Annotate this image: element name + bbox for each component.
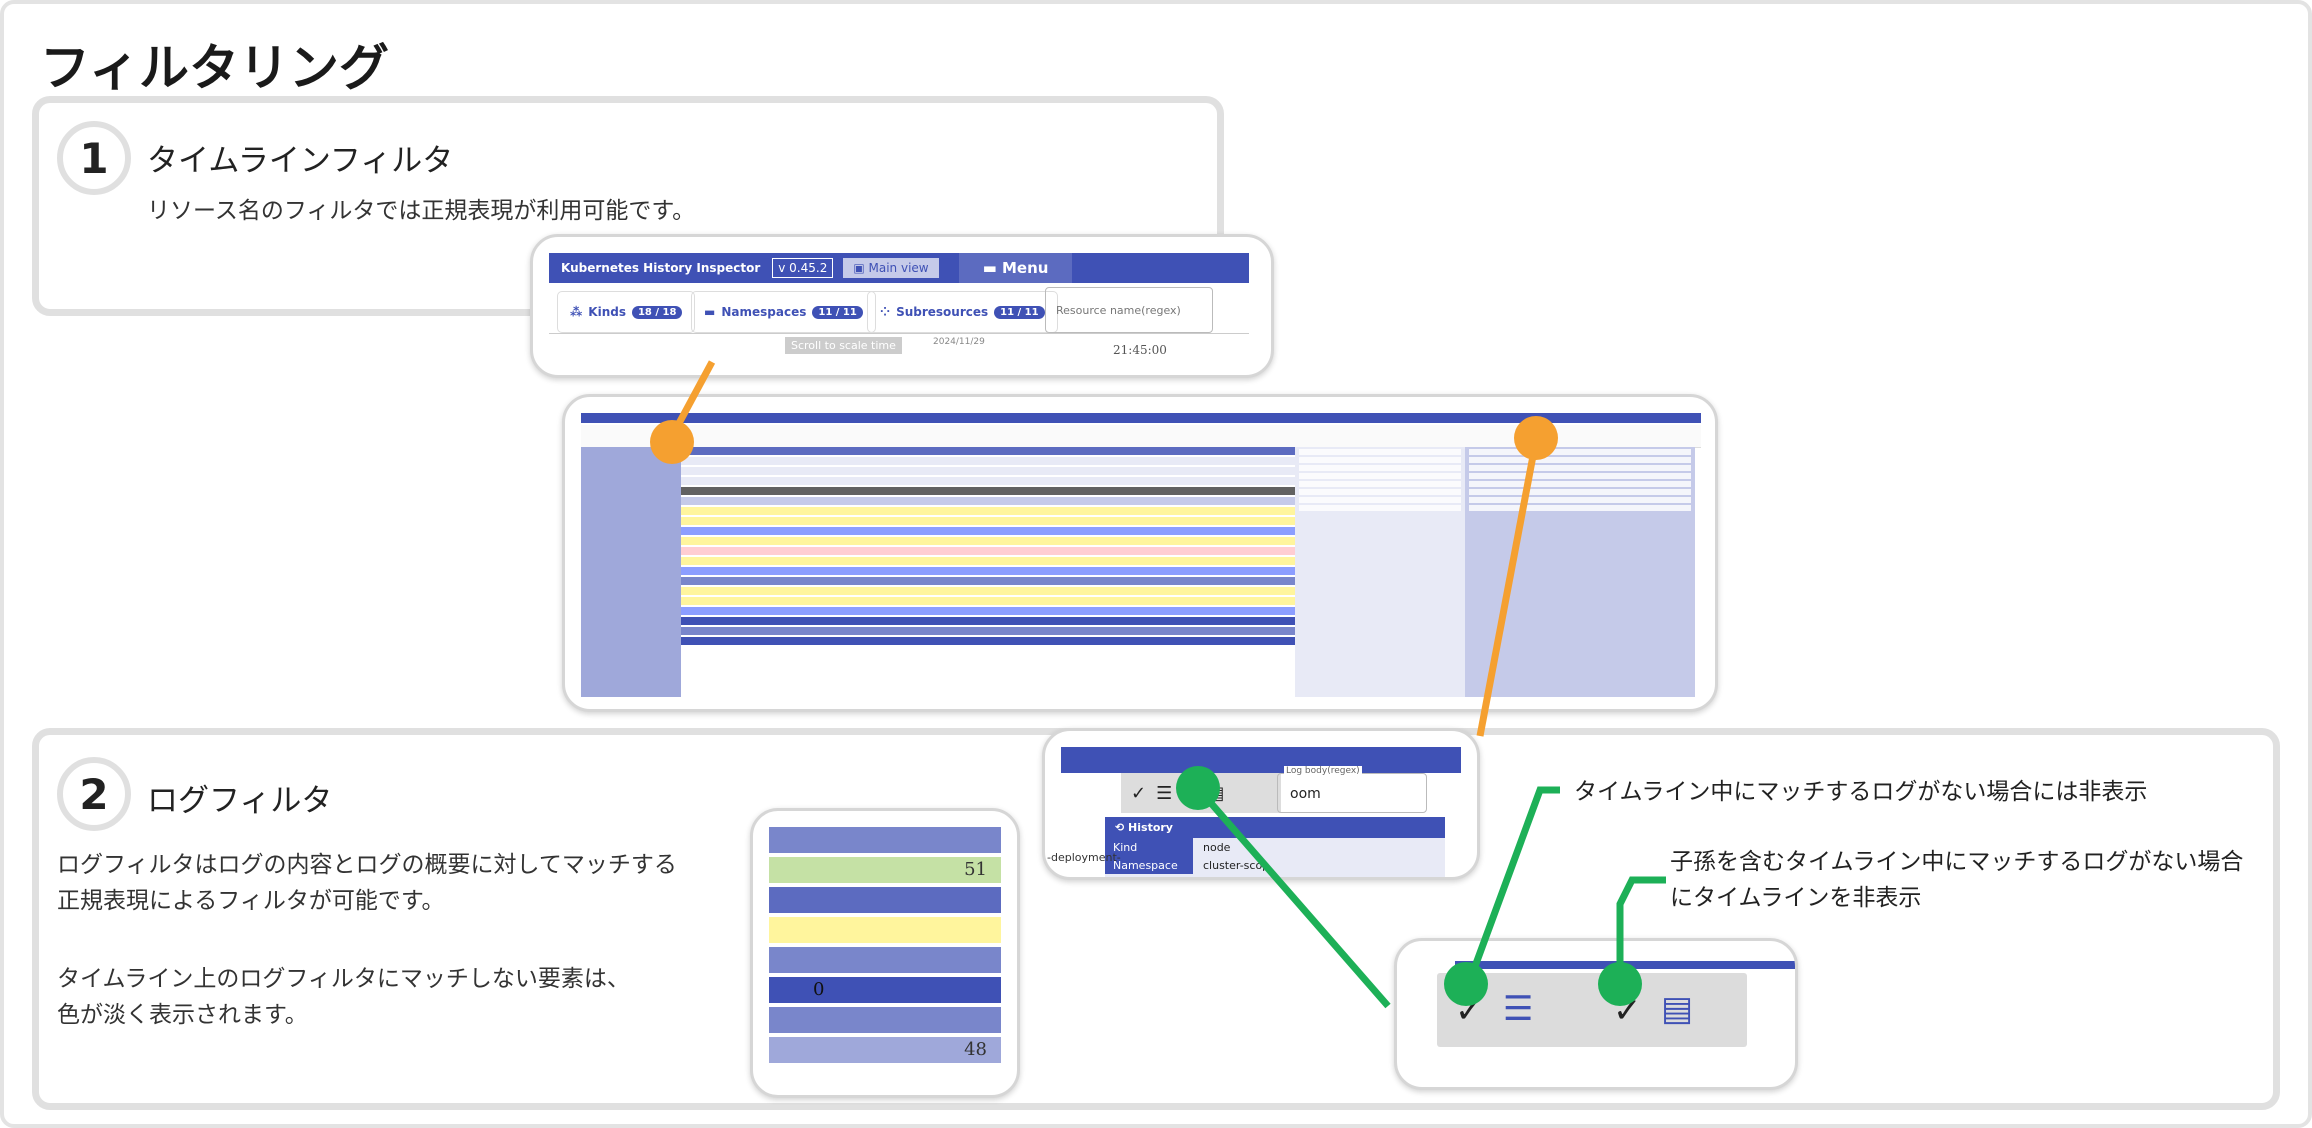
log-filter-zoom: ✓ ☰ ✓ ▤ Log body(regex) oom ⟲ History Ki… (1042, 728, 1480, 880)
log-body-regex-value: oom (1290, 786, 1321, 802)
document-search-icon[interactable]: ▤ (1661, 989, 1693, 1029)
timeline-lanes (681, 447, 1295, 697)
history-panel: ⟲ History Kind node Namespace cluster-sc… (1105, 817, 1445, 877)
check-icon: ✓ (1131, 782, 1147, 804)
folder-icon: ▬ (704, 305, 716, 319)
kinds-filter[interactable]: ⁂ Kinds 18 / 18 (557, 291, 696, 333)
header-zoom: Kubernetes History Inspector v 0.45.2 ▣ … (530, 234, 1274, 378)
log-body-regex-label: Log body(regex) (1284, 766, 1362, 776)
subresources-label: Subresources (896, 305, 989, 319)
kinds-label: Kinds (588, 305, 626, 319)
kinds-icon: ⁂ (570, 305, 583, 319)
app-name: Kubernetes History Inspector (561, 261, 761, 275)
section-number-1: 1 (57, 121, 131, 195)
log-body-regex-input[interactable]: Log body(regex) oom (1277, 766, 1427, 813)
scroll-hint: Scroll to scale time (785, 337, 902, 354)
page-title: フィルタリング (40, 39, 389, 97)
kind-value: node (1203, 840, 1231, 854)
subresources-count: 11 / 11 (994, 305, 1045, 319)
namespaces-count: 11 / 11 (812, 305, 863, 319)
section-2-description-1: ログフィルタはログの内容とログの概要に対してマッチする 正規表現によるフィルタが… (57, 852, 677, 914)
deployment-text: -deployment- (1047, 851, 1121, 864)
menu-label: Menu (1002, 259, 1049, 277)
main-view-label: Main view (868, 261, 929, 275)
green-marker-3 (1598, 962, 1642, 1006)
green-marker-1 (1176, 766, 1220, 810)
menu-button[interactable]: ▬ Menu (958, 253, 1073, 283)
section-2-title: ログフィルタ (147, 783, 333, 819)
history-title: History (1128, 821, 1173, 834)
resource-name-input[interactable]: Resource name(regex) (1045, 287, 1213, 333)
section-2-description-2: タイムライン上のログフィルタにマッチしない要素は、 色が淡く表示されます。 (57, 966, 630, 1028)
subresources-icon: ⁘ (880, 305, 891, 319)
app-header: Kubernetes History Inspector v 0.45.2 ▣ … (549, 253, 1249, 283)
timeline-strip-zoom: 51 0 48 (750, 808, 1020, 1098)
history-kind-row: Kind node (1105, 838, 1445, 856)
timeline-number-3: 48 (964, 1039, 987, 1060)
filter-list-icon: ☰ (1156, 782, 1173, 804)
log-header-bar (1061, 747, 1461, 773)
callout-hide-no-log: タイムライン中にマッチするログがない場合には非表示 (1574, 779, 2148, 805)
green-marker-2 (1444, 962, 1488, 1006)
timeline-date: 2024/11/29 (933, 337, 985, 347)
timeline-number-1: 51 (964, 859, 987, 880)
kinds-count: 18 / 18 (631, 305, 683, 319)
main-view-button[interactable]: ▣ Main view (843, 258, 939, 278)
folder-icon: ▬ (982, 259, 1002, 277)
timeline-axis (549, 333, 1249, 334)
timeline-time: 21:45:00 (1113, 343, 1167, 357)
section-number-2: 2 (57, 757, 131, 831)
section-1-title: タイムラインフィルタ (147, 143, 454, 179)
namespaces-label: Namespaces (721, 305, 807, 319)
namespaces-filter[interactable]: ▬ Namespaces 11 / 11 (691, 291, 876, 333)
history-namespace-row: Namespace cluster-scop (1105, 856, 1445, 874)
orange-marker-2 (1514, 416, 1558, 460)
namespace-value: cluster-scop (1203, 858, 1270, 872)
subresources-filter[interactable]: ⁘ Subresources 11 / 11 (867, 291, 1058, 333)
section-1-description: リソース名のフィルタでは正規表現が利用可能です。 (147, 198, 696, 224)
resource-tree (581, 447, 681, 697)
history-pane[interactable] (1465, 447, 1695, 697)
timeline-number-2: 0 (813, 979, 825, 1000)
filter-list-icon[interactable]: ☰ (1503, 989, 1533, 1029)
timeline-strip: 51 0 48 (769, 827, 1001, 1077)
log-pane[interactable] (1295, 447, 1465, 697)
orange-marker-1 (650, 420, 694, 464)
callout-hide-descendants: 子孫を含むタイムライン中にマッチするログがない場合 にタイムラインを非表示 (1670, 849, 2244, 911)
version-badge: v 0.45.2 (772, 258, 834, 278)
toggle-zoom: ✓ ☰ ✓ ▤ (1394, 938, 1798, 1090)
history-header: ⟲ History (1105, 817, 1445, 838)
